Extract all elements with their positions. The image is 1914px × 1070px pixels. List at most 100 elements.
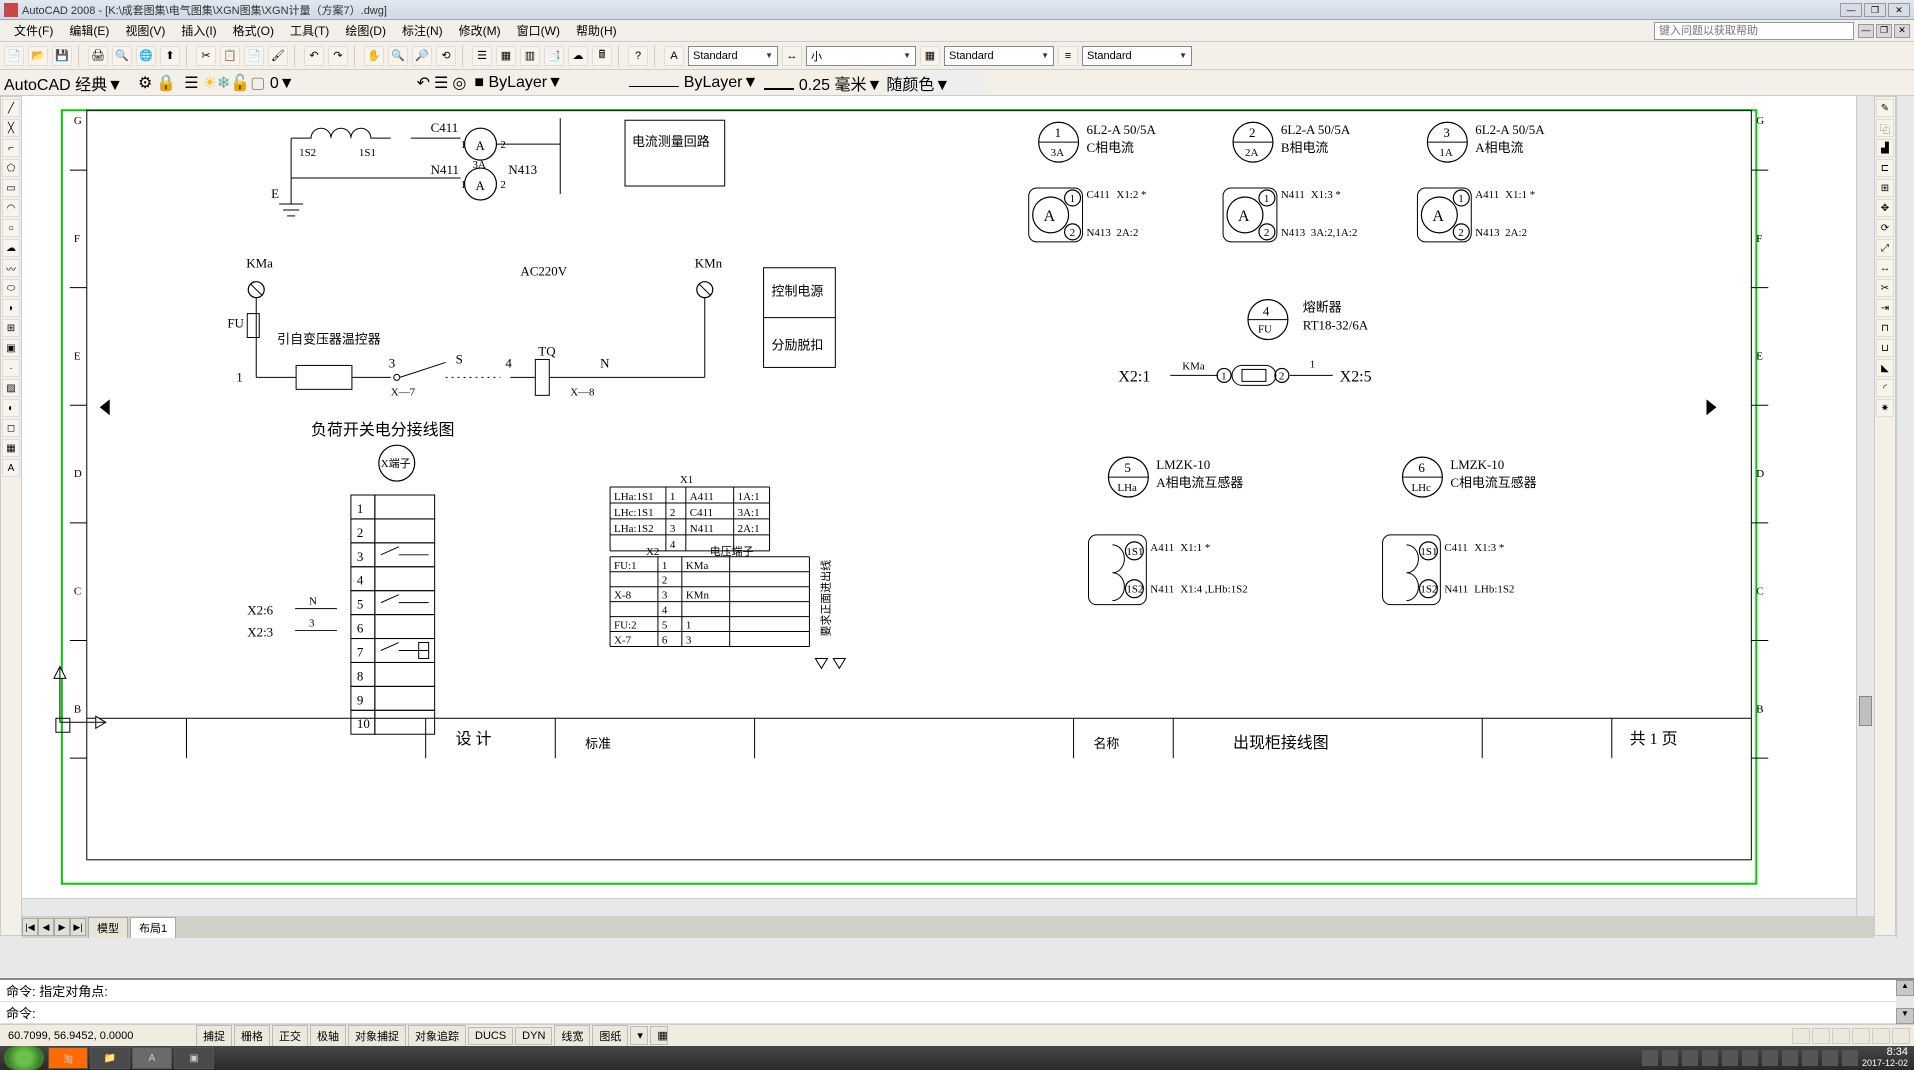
linetype-combo[interactable]: ByLayer▼ [608,74,758,92]
copy-tool[interactable]: ⿻ [1876,119,1894,137]
fillet-tool[interactable]: ◜ [1876,379,1894,397]
taskbar-app-taobao[interactable]: 淘 [48,1047,88,1069]
markup-button[interactable]: ☁ [568,46,588,66]
matchprop-button[interactable]: 🖌 [268,46,288,66]
gradient-tool[interactable]: ◐ [2,399,20,417]
tray-icon[interactable] [1802,1050,1818,1066]
minimize-button[interactable]: — [1840,3,1862,17]
menu-file[interactable]: 文件(F) [6,20,61,41]
tray-volume-icon[interactable] [1842,1050,1858,1066]
array-tool[interactable]: ⊞ [1876,179,1894,197]
taskbar-app-autocad[interactable]: A [132,1047,172,1069]
join-tool[interactable]: ⊔ [1876,339,1894,357]
tray-icon[interactable] [1782,1050,1798,1066]
ortho-toggle[interactable]: 正交 [272,1025,308,1047]
chamfer-tool[interactable]: ◣ [1876,359,1894,377]
status-extra2[interactable]: ▦ [650,1026,668,1045]
statusbar-lock-icon[interactable] [1852,1028,1870,1044]
ellipse-tool[interactable]: ⬭ [2,279,20,297]
erase-tool[interactable]: ✎ [1876,99,1894,117]
status-extra1[interactable]: ▾ [630,1026,648,1045]
publish-button[interactable]: 🌐 [136,46,156,66]
toolpalette-button[interactable]: ▥ [520,46,540,66]
tablestyle-icon[interactable]: ▦ [920,46,940,66]
tab-nav-first[interactable]: |◀ [22,918,38,936]
revcloud-tool[interactable]: ☁ [2,239,20,257]
rotate-tool[interactable]: ⟳ [1876,219,1894,237]
lineweight-combo[interactable]: 0.25 毫米▼ [762,71,882,95]
menu-format[interactable]: 格式(O) [225,20,282,41]
block-tool[interactable]: ▣ [2,339,20,357]
restore-button[interactable]: ❐ [1864,3,1886,17]
paste-button[interactable]: 📄 [244,46,264,66]
pline-tool[interactable]: ⌐ [2,139,20,157]
tray-clock[interactable]: 8:34 2017-12-02 [1862,1047,1908,1069]
region-tool[interactable]: ◻ [2,419,20,437]
polygon-tool[interactable]: ⬠ [2,159,20,177]
drawing-area[interactable]: GGFFEEDDCCBB 1S2 1S1 C411 A 1 2 3A N411 [22,96,1874,938]
point-tool[interactable]: · [2,359,20,377]
extend-tool[interactable]: ⇥ [1876,299,1894,317]
lineweight-toggle[interactable]: 线宽 [554,1025,590,1047]
color-combo[interactable]: ■ ByLayer▼ [474,74,604,92]
close-button[interactable]: ✕ [1888,3,1910,17]
tablestyle-combo[interactable]: Standard▼ [944,46,1054,66]
cut-button[interactable]: ✂ [196,46,216,66]
tab-nav-prev[interactable]: ◀ [38,918,54,936]
spline-tool[interactable]: 〰 [2,259,20,277]
workspace-lock-button[interactable]: 🔒 [156,73,176,93]
redo-button[interactable]: ↷ [328,46,348,66]
trim-tool[interactable]: ✂ [1876,279,1894,297]
polar-toggle[interactable]: 极轴 [310,1025,346,1047]
taskbar-app-explorer[interactable]: 📁 [90,1047,130,1069]
statusbar-tray-icon[interactable] [1892,1028,1910,1044]
designcenter-button[interactable]: ▦ [496,46,516,66]
annotation-scale-icon[interactable] [1792,1028,1810,1044]
sheetset-button[interactable]: 📑 [544,46,564,66]
help-button[interactable]: ? [628,46,648,66]
menu-modify[interactable]: 修改(M) [451,20,509,41]
tab-model[interactable]: 模型 [88,917,128,938]
dyn-toggle[interactable]: DYN [515,1027,552,1045]
mtext-tool[interactable]: A [2,459,20,477]
menu-edit[interactable]: 编辑(E) [61,20,117,41]
canvas-vscroll[interactable] [1856,96,1874,916]
vscroll-thumb[interactable] [1859,696,1872,726]
workspace-settings-button[interactable]: ⚙ [138,73,152,93]
mdi-restore-button[interactable]: ❐ [1876,24,1892,38]
tray-icon[interactable] [1742,1050,1758,1066]
ellipsearc-tool[interactable]: ◗ [2,299,20,317]
layer-manager-button[interactable]: ☰ [184,73,198,93]
plot-button[interactable]: 🖨 [88,46,108,66]
move-tool[interactable]: ✥ [1876,199,1894,217]
menu-draw[interactable]: 绘图(D) [337,20,394,41]
explode-tool[interactable]: ✷ [1876,399,1894,417]
command-input[interactable]: 命令: [0,1002,1914,1024]
menu-help[interactable]: 帮助(H) [568,20,625,41]
plotstyle-combo[interactable]: 随颜色▼ [886,71,986,95]
zoom-realtime-button[interactable]: 🔍 [388,46,408,66]
layer-combo[interactable]: ☀❄🔓▢ 0▼ [203,73,413,93]
save-button[interactable]: 💾 [52,46,72,66]
mlstyle-icon[interactable]: ≡ [1058,46,1078,66]
zoom-previous-button[interactable]: ⟲ [436,46,456,66]
hatch-tool[interactable]: ▨ [2,379,20,397]
mdi-minimize-button[interactable]: — [1858,24,1874,38]
new-button[interactable]: 📄 [4,46,24,66]
zoom-window-button[interactable]: 🔎 [412,46,432,66]
layer-prev-button[interactable]: ↶ [417,73,430,93]
canvas-hscroll[interactable] [22,898,1856,916]
command-scroll[interactable]: ▲▼ [1896,980,1914,1024]
textstyle-combo[interactable]: Standard▼ [688,46,778,66]
tray-network-icon[interactable] [1822,1050,1838,1066]
annotation-visibility-icon[interactable] [1812,1028,1830,1044]
workspace-combo[interactable]: AutoCAD 经典▼ [4,71,134,95]
tray-icon[interactable] [1662,1050,1678,1066]
menu-tools[interactable]: 工具(T) [282,20,337,41]
ducs-toggle[interactable]: DUCS [468,1027,513,1045]
tab-nav-last[interactable]: ▶| [70,918,86,936]
tray-icon[interactable] [1762,1050,1778,1066]
model-canvas[interactable]: GGFFEEDDCCBB 1S2 1S1 C411 A 1 2 3A N411 [22,96,1856,898]
insert-tool[interactable]: ⊞ [2,319,20,337]
tray-icon[interactable] [1682,1050,1698,1066]
